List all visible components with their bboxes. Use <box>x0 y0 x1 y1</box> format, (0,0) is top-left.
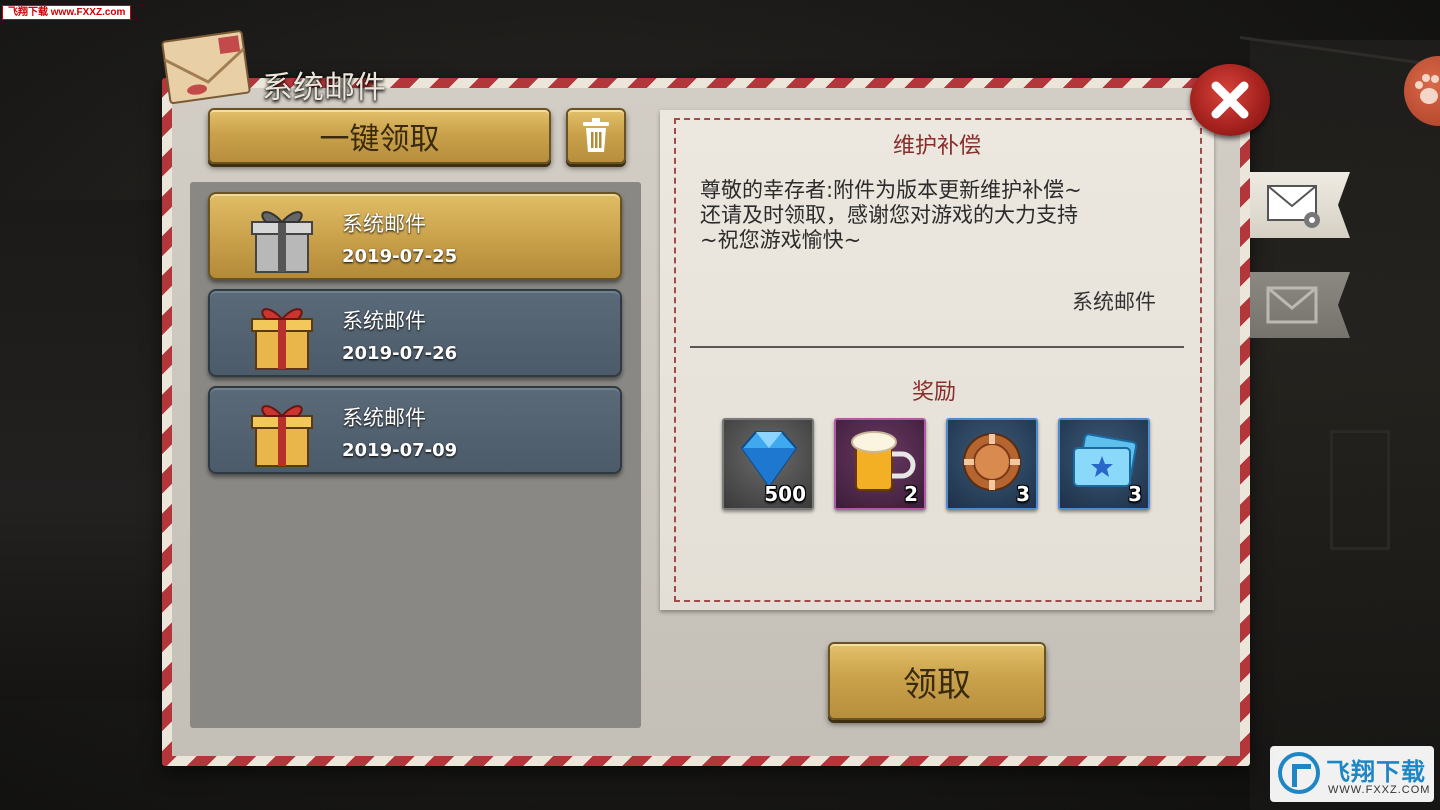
reward-count: 3 <box>1128 482 1142 506</box>
mail-body-line: 尊敬的幸存者:附件为版本更新维护补偿~ <box>700 178 1082 202</box>
mail-item-title: 系统邮件 <box>342 309 426 333</box>
mail-item-date: 2019-07-09 <box>342 440 458 461</box>
gift-silver-icon <box>251 211 313 273</box>
mail-item-date: 2019-07-25 <box>342 246 458 267</box>
watermark-logo-icon <box>1278 752 1320 794</box>
mail-body-line: 还请及时领取，感谢您对游戏的大力支持 <box>700 203 1078 227</box>
mail-body: 尊敬的幸存者:附件为版本更新维护补偿~ 还请及时领取，感谢您对游戏的大力支持 ~… <box>700 178 1082 253</box>
reward-item[interactable]: 3 <box>946 418 1038 510</box>
reward-count: 500 <box>764 482 806 506</box>
mail-body-line: ~祝您游戏愉快~ <box>700 228 862 252</box>
background-house <box>1250 40 1440 810</box>
mail-icon <box>1266 286 1318 324</box>
claim-all-button[interactable]: 一键领取 <box>208 108 551 164</box>
reward-count: 3 <box>1016 482 1030 506</box>
paw-icon <box>1415 74 1439 104</box>
divider <box>690 346 1184 348</box>
mail-subject: 维护补偿 <box>892 134 981 159</box>
mail-list-item[interactable]: 系统邮件 2019-07-09 <box>208 386 622 474</box>
gift-red-icon <box>251 308 313 370</box>
background-left <box>0 200 165 700</box>
watermark-logo: 飞翔下载 WWW.FXXZ.COM <box>1270 746 1434 802</box>
watermark-brand: 飞翔下载 <box>1326 758 1426 786</box>
background-window <box>1330 430 1390 550</box>
trash-icon <box>583 118 609 152</box>
claim-button[interactable]: 领取 <box>828 642 1046 720</box>
mail-item-date: 2019-07-26 <box>342 343 458 364</box>
reward-count: 2 <box>904 482 918 506</box>
reward-item[interactable]: 3 <box>1058 418 1150 510</box>
tab-player-mail[interactable] <box>1250 272 1350 338</box>
watermark-url: WWW.FXXZ.COM <box>1328 784 1431 796</box>
mail-sender: 系统邮件 <box>1072 290 1156 314</box>
system-mail-icon <box>1267 185 1320 228</box>
mail-list-item[interactable]: 系统邮件 2019-07-25 <box>208 192 622 280</box>
delete-button[interactable] <box>566 108 626 164</box>
rewards-heading: 奖励 <box>912 380 957 405</box>
reward-item[interactable]: 2 <box>834 418 926 510</box>
mail-item-title: 系统邮件 <box>342 212 426 236</box>
tab-system-mail[interactable] <box>1250 172 1350 238</box>
gift-red-icon <box>251 405 313 467</box>
close-icon <box>1211 81 1249 119</box>
watermark-top: 飞翔下载 www.FXXZ.com <box>2 5 132 20</box>
mail-list-item[interactable]: 系统邮件 2019-07-26 <box>208 289 622 377</box>
envelope-icon <box>161 30 251 105</box>
mail-item-title: 系统邮件 <box>342 406 426 430</box>
close-button[interactable] <box>1190 64 1270 136</box>
window-title: 系统邮件 <box>262 70 386 106</box>
reward-item[interactable]: 500 <box>722 418 814 510</box>
